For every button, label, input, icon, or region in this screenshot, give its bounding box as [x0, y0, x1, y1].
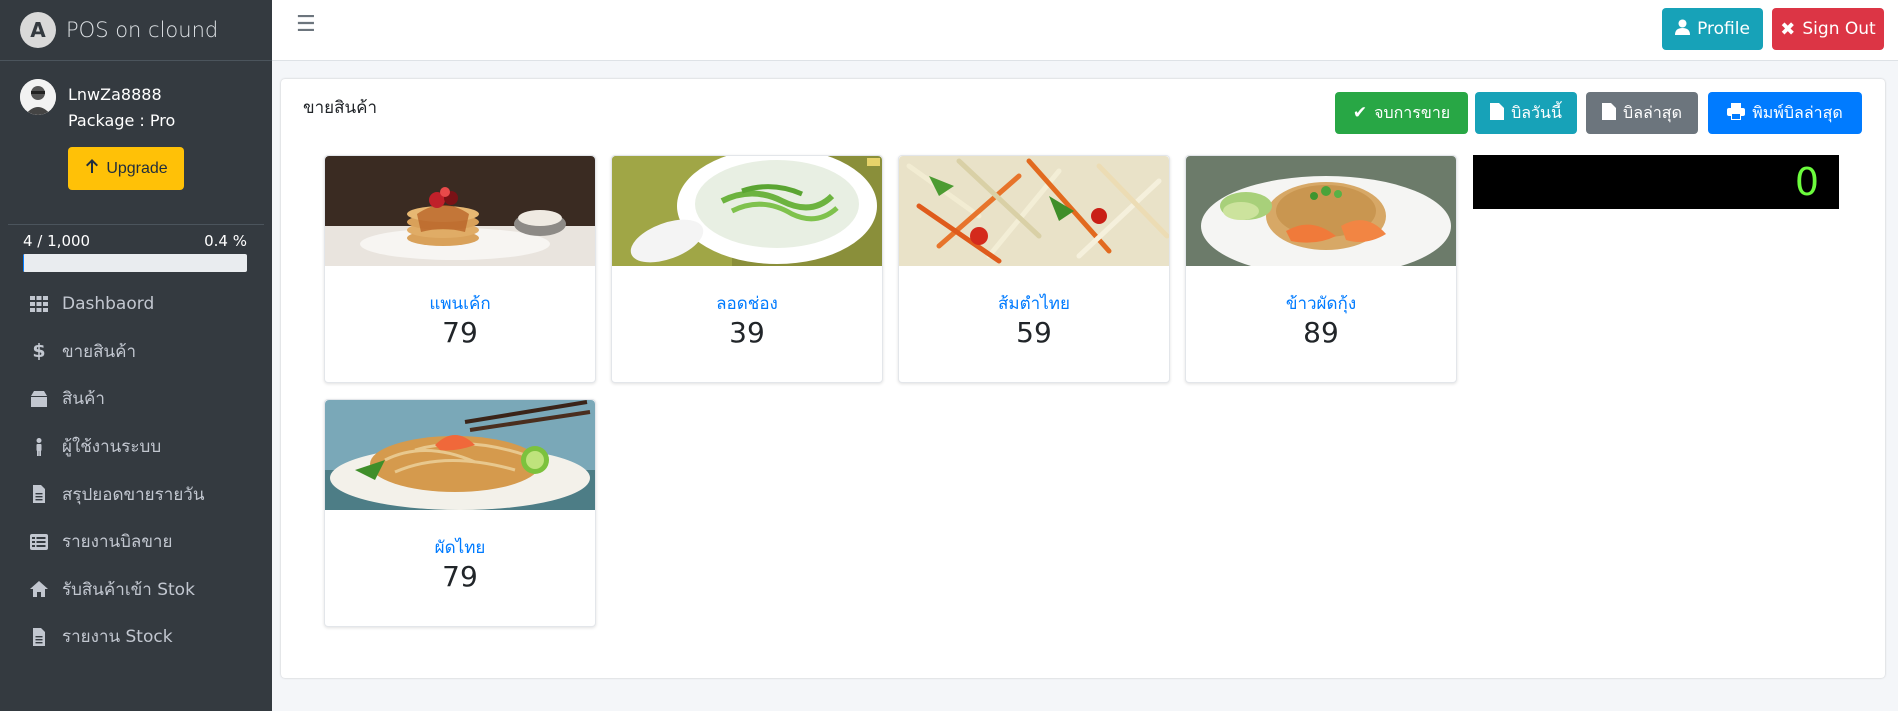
printer-icon	[1727, 102, 1746, 124]
file-icon	[28, 626, 50, 648]
dollar-icon: $	[32, 340, 46, 363]
product-image-lod-chong	[612, 156, 882, 266]
product-image-pancake	[325, 156, 595, 266]
usage-count: 4 / 1,000	[23, 232, 91, 250]
brand-logo-icon: A	[20, 12, 56, 48]
upgrade-label: Upgrade	[106, 159, 168, 177]
usage-progress-bar	[23, 254, 247, 272]
product-price: 39	[729, 316, 765, 349]
product-card-pad-thai[interactable]: ผัดไทย 79	[324, 399, 596, 627]
user-package: Package : Pro	[68, 111, 176, 130]
person-icon	[28, 436, 50, 458]
product-card-som-tam[interactable]: ส้มตำไทย 59	[898, 155, 1170, 383]
last-bill-label: บิลล่าสุด	[1623, 102, 1682, 122]
sidebar-item-stock-receive[interactable]: รับสินค้าเข้า Stok	[0, 566, 272, 614]
product-price: 79	[442, 316, 478, 349]
product-price: 89	[1303, 316, 1339, 349]
sidebar: A POS on clound LnwZa8888 Package : Pro …	[0, 0, 272, 711]
bill-today-button[interactable]: บิลวันนี้	[1475, 92, 1577, 134]
brand-link[interactable]: A POS on clound	[0, 0, 272, 61]
product-card-shrimp-fried-rice[interactable]: ข้าวผัดกุ้ง 89	[1185, 155, 1457, 383]
sidebar-menu: Dashbaord $ ขายสินค้า สินค้า ผู้ใช้งานระ…	[0, 280, 272, 661]
product-name: ลอดช่อง	[716, 294, 778, 314]
product-image-shrimp-fried-rice	[1186, 156, 1456, 266]
product-card-pancake[interactable]: แพนเค้ก 79	[324, 155, 596, 383]
product-name: ข้าวผัดกุ้ง	[1285, 294, 1357, 314]
file-icon	[28, 483, 50, 505]
end-sale-button[interactable]: ✔ จบการขาย	[1335, 92, 1468, 134]
arrow-up-icon	[84, 158, 100, 179]
home-icon	[28, 578, 50, 600]
usage-meter: 4 / 1,000 0.4 %	[23, 232, 247, 272]
product-name: ส้มตำไทย	[998, 294, 1070, 314]
profile-label: Profile	[1697, 19, 1750, 39]
top-navbar: ☰ Profile ✖ Sign Out	[272, 0, 1898, 61]
sidebar-item-dashboard[interactable]: Dashbaord	[0, 280, 272, 328]
product-price: 79	[442, 560, 478, 593]
sidebar-item-users[interactable]: ผู้ใช้งานระบบ	[0, 423, 272, 471]
sidebar-item-bill-report[interactable]: รายงานบิลขาย	[0, 518, 272, 566]
card-title: ขายสินค้า	[303, 98, 378, 118]
sidebar-item-sell[interactable]: $ ขายสินค้า	[0, 328, 272, 376]
brand-text: POS on clound	[66, 18, 219, 42]
sidebar-item-label: Dashbaord	[62, 293, 155, 314]
total-display: 0	[1473, 155, 1839, 209]
sidebar-item-label: รับสินค้าเข้า Stok	[62, 579, 195, 600]
sidebar-item-products[interactable]: สินค้า	[0, 375, 272, 423]
sale-card: ขายสินค้า ✔ จบการขาย บิลวันนี้ บิลล่าสุด…	[281, 79, 1885, 678]
sign-out-label: Sign Out	[1802, 19, 1876, 39]
sidebar-item-label: ผู้ใช้งานระบบ	[62, 437, 162, 458]
sidebar-item-label: สรุปยอดขายรายวัน	[62, 484, 205, 505]
end-sale-label: จบการขาย	[1374, 102, 1451, 122]
sidebar-item-label: รายงานบิลขาย	[62, 532, 173, 553]
hamburger-menu-icon[interactable]: ☰	[296, 12, 316, 37]
sidebar-item-stock-report[interactable]: รายงาน Stock	[0, 613, 272, 661]
print-last-bill-button[interactable]: พิมพ์บิลล่าสุด	[1708, 92, 1862, 134]
user-avatar	[20, 79, 56, 115]
user-icon	[1675, 19, 1691, 40]
product-image-pad-thai	[325, 400, 595, 510]
product-card-lod-chong[interactable]: ลอดช่อง 39	[611, 155, 883, 383]
box-icon	[28, 388, 50, 410]
sidebar-item-label: ขายสินค้า	[62, 341, 137, 362]
user-panel: LnwZa8888 Package : Pro Upgrade	[8, 61, 264, 225]
user-name[interactable]: LnwZa8888	[68, 85, 162, 104]
grid-icon	[28, 293, 50, 315]
check-icon: ✔	[1352, 103, 1368, 123]
product-name: ผัดไทย	[434, 538, 486, 558]
sidebar-item-label: รายงาน Stock	[62, 627, 173, 648]
last-bill-button[interactable]: บิลล่าสุด	[1586, 92, 1698, 134]
file-icon	[1602, 102, 1617, 124]
sign-out-button[interactable]: ✖ Sign Out	[1772, 8, 1884, 50]
print-last-bill-label: พิมพ์บิลล่าสุด	[1752, 102, 1843, 122]
list-icon	[28, 531, 50, 553]
file-icon	[1490, 102, 1505, 124]
product-name: แพนเค้ก	[429, 294, 491, 314]
usage-percent: 0.4 %	[204, 232, 247, 250]
product-price: 59	[1016, 316, 1052, 349]
close-icon: ✖	[1780, 18, 1796, 40]
upgrade-button[interactable]: Upgrade	[68, 147, 184, 190]
sidebar-item-label: สินค้า	[62, 389, 105, 410]
sidebar-item-daily-summary[interactable]: สรุปยอดขายรายวัน	[0, 470, 272, 518]
product-image-som-tam	[899, 156, 1169, 266]
usage-progress-fill	[23, 254, 24, 272]
profile-button[interactable]: Profile	[1662, 8, 1763, 50]
bill-today-label: บิลวันนี้	[1511, 102, 1562, 122]
